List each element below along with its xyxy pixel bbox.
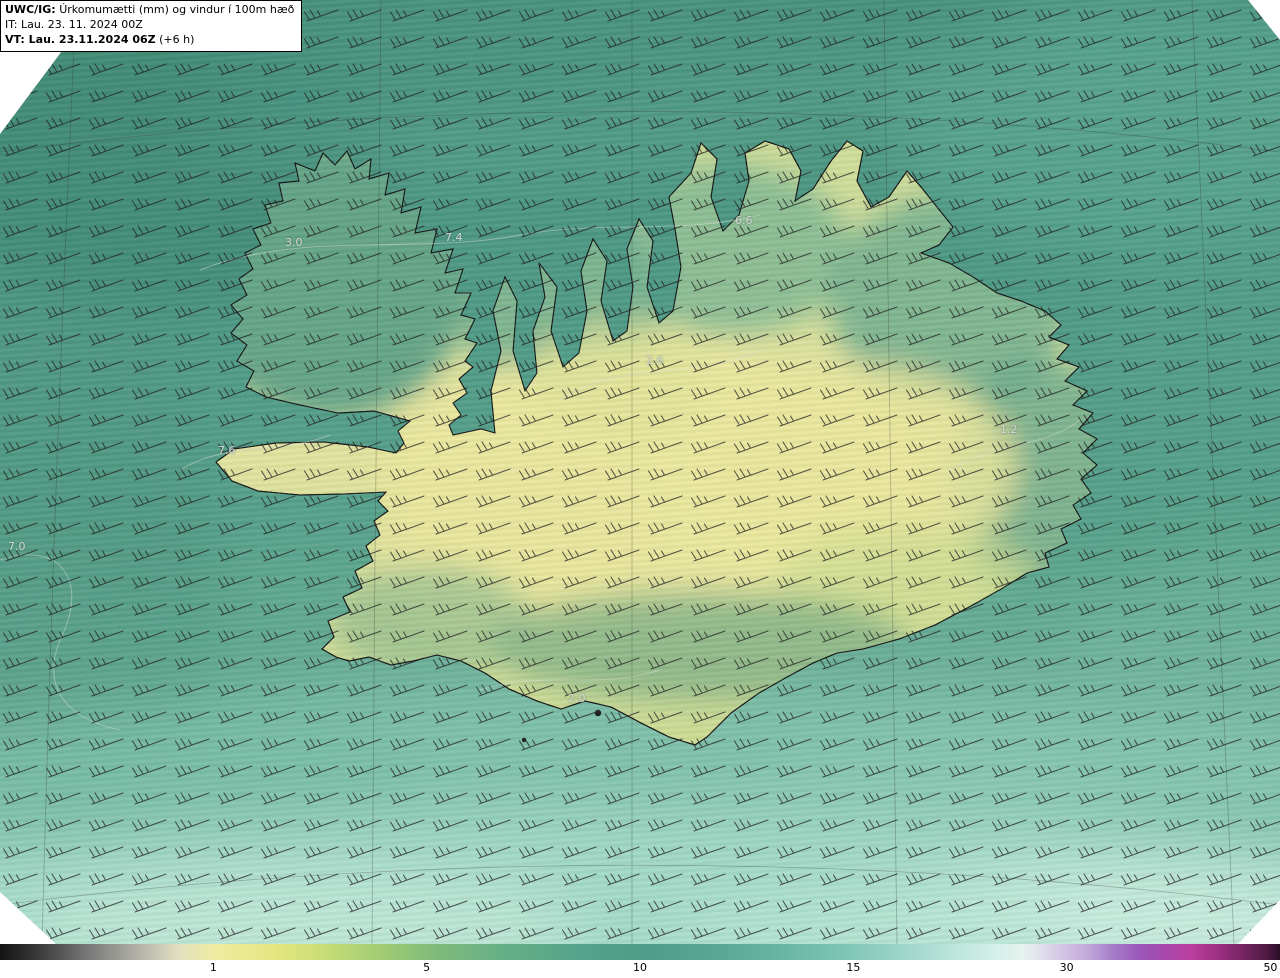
weather-map-viewport: 3.0 7.4 6.6 2.6 7.6 1.2 7.0 2.0 UWC/IG: … <box>0 0 1280 978</box>
valid-time: VT: Lau. 23.11.2024 06Z <box>5 32 156 46</box>
colorbar-tick: 1 <box>209 961 217 974</box>
colorbar: 1 5 10 15 30 50 <box>0 944 1280 978</box>
valid-time-line: VT: Lau. 23.11.2024 06Z (+6 h) <box>5 33 294 48</box>
colorbar-labels: 1 5 10 15 30 50 <box>0 960 1280 978</box>
model-info-panel: UWC/IG: Úrkomumætti (mm) og vindur í 100… <box>0 0 303 52</box>
product-line: UWC/IG: Úrkomumætti (mm) og vindur í 100… <box>5 3 294 18</box>
colorbar-tick: 10 <box>633 961 647 974</box>
colorbar-tick: 15 <box>846 961 861 974</box>
product-title: Úrkomumætti (mm) og vindur í 100m hæð <box>59 3 295 16</box>
model-name: UWC/IG: <box>5 3 56 16</box>
colorbar-tick: 30 <box>1059 961 1074 974</box>
colorbar-tick: 5 <box>423 961 431 974</box>
map-canvas <box>0 0 1280 944</box>
colorbar-gradient <box>0 944 1280 960</box>
init-time: IT: Lau. 23. 11. 2024 00Z <box>5 17 143 31</box>
valid-time-offset: (+6 h) <box>159 32 195 46</box>
colorbar-tick: 50 <box>1263 961 1278 974</box>
wind-barbs-layer <box>0 0 1280 944</box>
